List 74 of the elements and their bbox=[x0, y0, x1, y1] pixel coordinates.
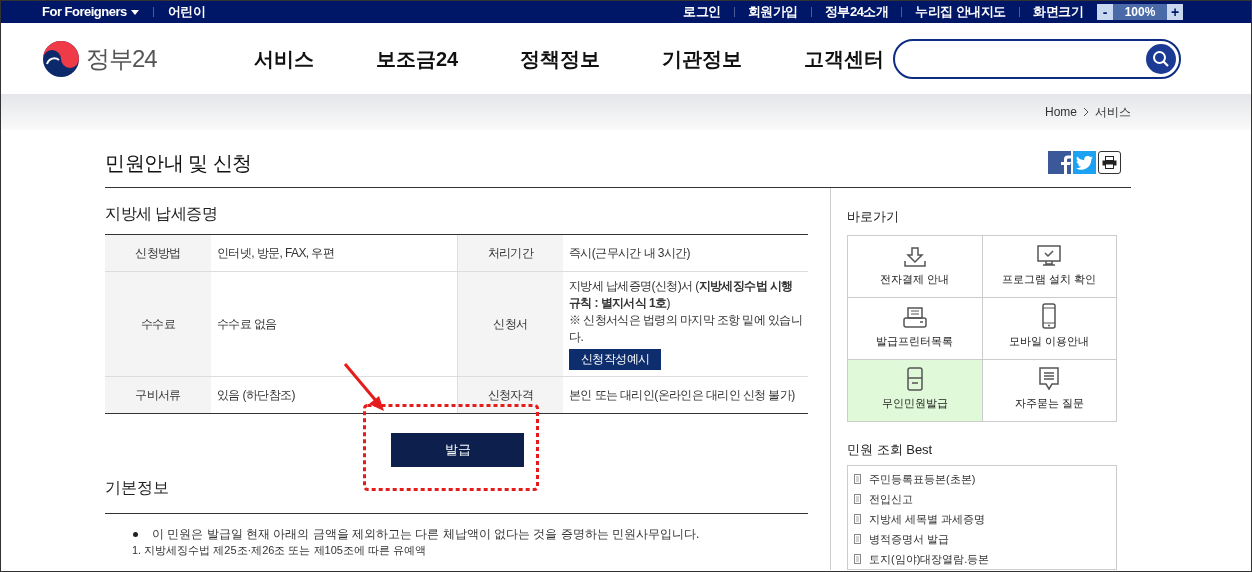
facebook-icon bbox=[1059, 154, 1071, 174]
table-cell-text: 인터넷, 방문, FAX, 우편 bbox=[217, 245, 335, 262]
nav-link[interactable]: 보조금24 bbox=[376, 43, 459, 74]
best-list-item[interactable]: 전입신고 bbox=[854, 489, 913, 509]
zoom-level: 100% bbox=[1113, 4, 1167, 20]
quick-link[interactable]: 자주묻는 질문 bbox=[982, 359, 1117, 422]
logo[interactable]: 정부24 bbox=[42, 39, 242, 78]
search-icon bbox=[1152, 49, 1170, 68]
document-icon bbox=[854, 494, 861, 504]
top-link[interactable]: 회원가입 bbox=[747, 2, 798, 22]
table-header-cell-text: 신청자격 bbox=[487, 387, 534, 404]
quick-link[interactable]: 무인민원발급 bbox=[848, 359, 983, 422]
document-icon bbox=[854, 514, 861, 524]
top-link[interactable]: 화면크기 bbox=[1033, 2, 1083, 22]
zoom-in-button[interactable]: + bbox=[1167, 4, 1183, 20]
table-cell-text: 수수료 없음 bbox=[217, 316, 277, 333]
nav-link[interactable]: 정책정보 bbox=[520, 43, 601, 74]
section-title: 지방세 납세증명 bbox=[105, 204, 219, 224]
chevron-icon bbox=[1081, 107, 1091, 117]
facebook-button[interactable] bbox=[1048, 151, 1071, 174]
best-list-item[interactable]: 주민등록표등본(초본) bbox=[854, 469, 976, 489]
breadcrumb-link[interactable]: Home bbox=[1045, 103, 1077, 121]
table-header-cell-text: 수수료 bbox=[140, 316, 176, 333]
example-button[interactable]: 신청작성예시 bbox=[569, 349, 662, 370]
table-header-cell-text: 신청서 bbox=[493, 316, 528, 333]
document-icon bbox=[854, 474, 861, 484]
kiosk-icon bbox=[906, 367, 923, 391]
quick-link[interactable]: 전자결제 안내 bbox=[848, 235, 983, 298]
info-text: 1. 지방세징수법 제25조·제26조 또는 제105조에 따른 유예액 bbox=[132, 544, 426, 557]
best-list-item[interactable]: 지방세 세목별 과세증명 bbox=[854, 509, 986, 529]
quick-link[interactable]: 발급프린터목록 bbox=[848, 297, 983, 360]
emblem-icon bbox=[42, 39, 80, 78]
printer-icon bbox=[902, 307, 927, 329]
mobile-phone-icon bbox=[1042, 303, 1057, 329]
printer-icon bbox=[1102, 156, 1117, 169]
breadcrumb-link[interactable]: 서비스 bbox=[1095, 103, 1131, 121]
print-button[interactable] bbox=[1098, 151, 1121, 174]
info-text: 이 민원은 발급일 현재 아래의 금액을 제외하고는 다른 체납액이 없다는 것을 증명하는 민원사무입니다. bbox=[152, 527, 700, 541]
quick-link[interactable]: 프로그램 설치 확인 bbox=[982, 235, 1117, 298]
best-list-item[interactable]: 병적증명서 발급 bbox=[854, 529, 950, 549]
top-link[interactable]: 어린이 bbox=[167, 2, 206, 22]
download-icon bbox=[903, 247, 926, 267]
issue-button[interactable]: 발급 bbox=[391, 433, 524, 467]
twitter-icon bbox=[1076, 155, 1093, 170]
best-list-item[interactable]: 토지(임야)대장열람.등본 bbox=[854, 549, 990, 569]
nav-link[interactable]: 기관정보 bbox=[662, 43, 743, 74]
table-cell-text: 즉시(근무시간 내 3시간) bbox=[569, 245, 690, 262]
top-link[interactable]: 로그인 bbox=[683, 2, 721, 22]
top-link[interactable]: 누리집 안내지도 bbox=[915, 2, 1006, 22]
sidebar-title: 민원 조회 Best bbox=[847, 440, 934, 459]
document-icon bbox=[854, 534, 861, 544]
top-link[interactable]: For Foreigners bbox=[42, 2, 139, 22]
page-title: 민원안내 및 신청 bbox=[105, 150, 252, 176]
section-title: 기본정보 bbox=[105, 473, 808, 514]
table-header-cell-text: 처리기간 bbox=[487, 245, 534, 262]
monitor-check-icon bbox=[1037, 245, 1062, 267]
table-cell-text: 본인 또는 대리인(온라인은 대리인 신청 불가) bbox=[569, 387, 795, 404]
top-link[interactable]: 정부24소개 bbox=[824, 2, 889, 22]
speech-bubble-icon bbox=[1038, 367, 1061, 391]
sidebar-title: 바로가기 bbox=[847, 208, 900, 226]
table-header-cell-text: 구비서류 bbox=[135, 387, 181, 404]
nav-link[interactable]: 고객센터 bbox=[804, 43, 885, 74]
nav-link[interactable]: 서비스 bbox=[254, 43, 314, 74]
table-header-cell-text: 신청방법 bbox=[135, 245, 181, 262]
table-cell-text: 있음 (하단참조) bbox=[217, 387, 295, 404]
document-icon bbox=[854, 554, 861, 564]
search-button[interactable] bbox=[1146, 43, 1176, 74]
bullet-icon bbox=[133, 531, 138, 537]
table-cell-text: 지방세 납세증명(신청)서 (지방세징수법 시행규칙 : 별지서식 1호) bbox=[569, 278, 794, 312]
quick-link[interactable]: 모바일 이용안내 bbox=[982, 297, 1117, 360]
search-field[interactable] bbox=[893, 38, 1181, 79]
annotation-arrow bbox=[343, 363, 384, 411]
note-text: ※ 신청서식은 법령의 마지막 조항 밑에 있습니다. bbox=[569, 312, 802, 346]
zoom-out-button[interactable]: - bbox=[1097, 4, 1113, 20]
